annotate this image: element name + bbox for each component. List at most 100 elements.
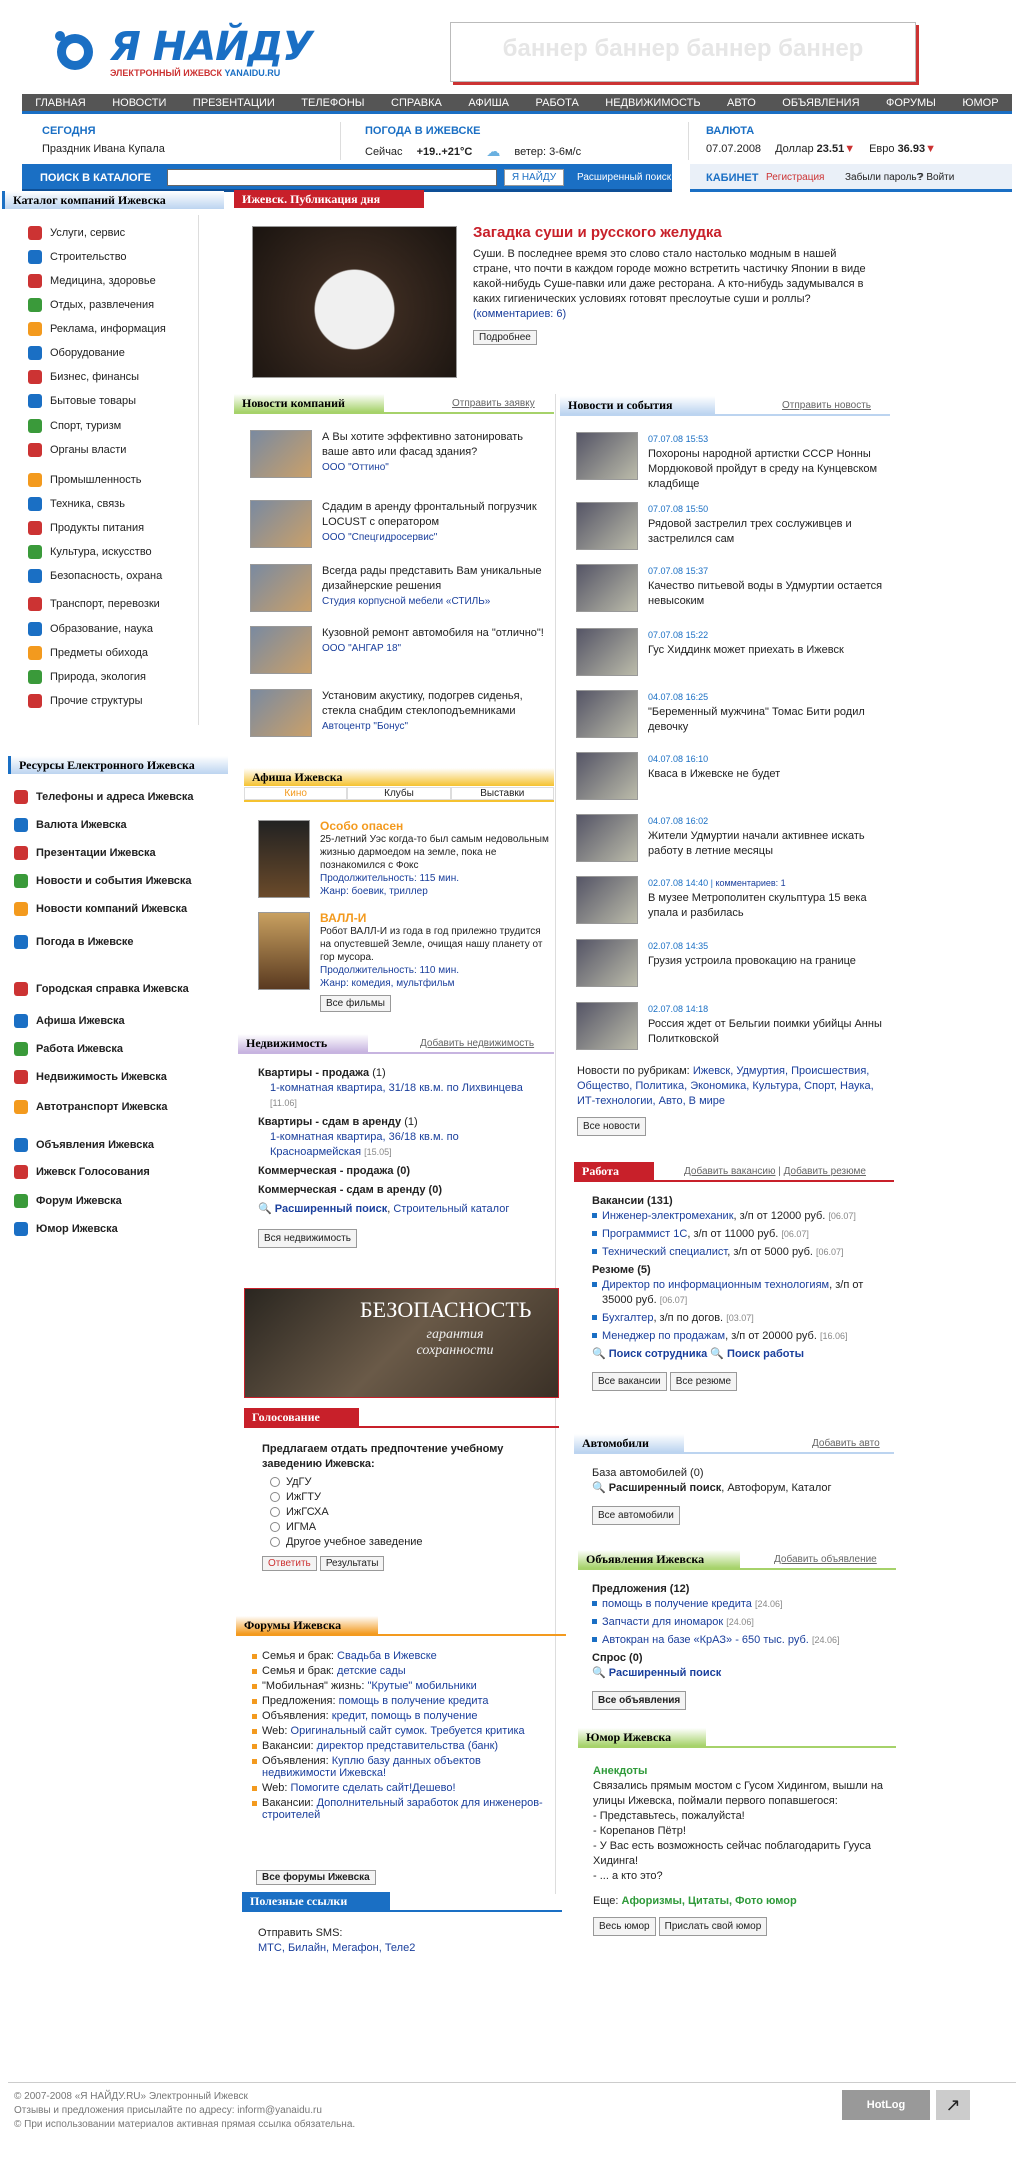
- all-realty-button[interactable]: Вся недвижимость: [258, 1229, 357, 1248]
- resource-item[interactable]: Объявления Ижевска: [14, 1138, 204, 1152]
- more-button[interactable]: Подробнее: [473, 330, 537, 345]
- catalog-item[interactable]: Отдых, развлечения: [28, 298, 154, 312]
- hotlog-counter[interactable]: HotLog: [842, 2090, 930, 2120]
- resource-item[interactable]: Юмор Ижевска: [14, 1222, 204, 1236]
- list-item-link[interactable]: Инженер-электромеханик: [602, 1210, 734, 1222]
- catalog-item[interactable]: Реклама, информация: [28, 322, 166, 336]
- weather-head[interactable]: ПОГОДА В ИЖЕВСКЕ: [365, 125, 685, 137]
- film-1-title[interactable]: Особо опасен: [320, 820, 552, 833]
- forum-topic-link[interactable]: Свадьба в Ижевске: [337, 1650, 437, 1662]
- footer-contact[interactable]: Отзывы и предложения присылайте по адрес…: [14, 2104, 355, 2118]
- poll-option[interactable]: Другое учебное заведение: [270, 1536, 532, 1548]
- menu-item-phones[interactable]: ТЕЛЕФОНЫ: [301, 97, 364, 109]
- afisha-tab-cinema[interactable]: Кино: [244, 787, 348, 800]
- resource-item[interactable]: Городская справка Ижевска: [14, 982, 204, 996]
- radio-button[interactable]: [270, 1492, 280, 1502]
- news-text[interactable]: Россия ждет от Бельгии поимки убийцы Анн…: [648, 1017, 888, 1047]
- publication-comments[interactable]: (комментариев: 6): [473, 308, 566, 320]
- resource-item[interactable]: Автотранспорт Ижевска: [14, 1100, 204, 1114]
- resource-item[interactable]: Погода в Ижевске: [14, 935, 204, 949]
- search-input[interactable]: [167, 169, 497, 186]
- forum-topic-link[interactable]: детские сады: [337, 1665, 406, 1677]
- catalog-item[interactable]: Промышленность: [28, 473, 142, 487]
- forum-topic-link[interactable]: Помогите сделать сайт!Дешево!: [291, 1782, 456, 1794]
- resource-item[interactable]: Презентации Ижевска: [14, 846, 204, 860]
- realty-sale-item[interactable]: 1-комнатная квартира, 31/18 кв.м. по Лих…: [270, 1082, 523, 1094]
- news-thumb[interactable]: [576, 876, 638, 924]
- menu-item-work[interactable]: РАБОТА: [536, 97, 579, 109]
- news-text[interactable]: Гус Хиддинк может приехать в Ижевск: [648, 643, 888, 658]
- menu-item-news[interactable]: НОВОСТИ: [112, 97, 166, 109]
- news-thumb[interactable]: [576, 939, 638, 987]
- list-item-link[interactable]: Программист 1С: [602, 1228, 687, 1240]
- catalog-item[interactable]: Предметы обихода: [28, 646, 148, 660]
- film-poster-2[interactable]: [258, 912, 310, 990]
- company-news-org[interactable]: ООО "Оттино": [322, 460, 550, 475]
- news-thumb[interactable]: [576, 814, 638, 862]
- humor-head[interactable]: Анекдоты: [593, 1764, 893, 1779]
- menu-item-humor[interactable]: ЮМОР: [962, 97, 998, 109]
- company-news-thumb[interactable]: [250, 430, 312, 478]
- auto-base[interactable]: База автомобилей (0): [592, 1466, 892, 1481]
- company-news-text[interactable]: Сдадим в аренду фронтальный погрузчик LO…: [322, 500, 550, 530]
- register-link[interactable]: Регистрация: [766, 172, 824, 183]
- list-item-link[interactable]: Запчасти для иномарок: [602, 1616, 723, 1628]
- search-button[interactable]: Я НАЙДУ: [504, 169, 564, 186]
- menu-item-auto[interactable]: АВТО: [727, 97, 756, 109]
- construction-catalog-link[interactable]: Строительный каталог: [393, 1203, 509, 1215]
- catalog-item[interactable]: Спорт, туризм: [28, 419, 121, 433]
- ads-demand-head[interactable]: Спрос (0): [592, 1652, 643, 1664]
- film-2-title[interactable]: ВАЛЛ-И: [320, 912, 552, 925]
- catalog-item[interactable]: Органы власти: [28, 443, 126, 457]
- catalog-item[interactable]: Бизнес, финансы: [28, 370, 139, 384]
- news-text[interactable]: Грузия устроила провокацию на границе: [648, 954, 888, 969]
- realty-advanced-search[interactable]: Расширенный поиск: [275, 1203, 387, 1215]
- news-thumb[interactable]: [576, 432, 638, 480]
- add-vacancy-link[interactable]: Добавить вакансию: [684, 1166, 776, 1177]
- poll-option[interactable]: УдГУ: [270, 1476, 532, 1488]
- news-thumb[interactable]: [576, 502, 638, 550]
- company-news-thumb[interactable]: [250, 564, 312, 612]
- vote-button[interactable]: Ответить: [262, 1556, 317, 1571]
- catalog-item[interactable]: Бытовые товары: [28, 394, 136, 408]
- forum-topic-link[interactable]: помощь в получение кредита: [339, 1695, 489, 1707]
- vacancies-head[interactable]: Вакансии (131): [592, 1195, 673, 1207]
- poll-option[interactable]: ИжГСХА: [270, 1506, 532, 1518]
- news-thumb[interactable]: [576, 752, 638, 800]
- resource-item[interactable]: Работа Ижевска: [14, 1042, 204, 1056]
- sushi-image[interactable]: [252, 226, 457, 378]
- menu-item-realty[interactable]: НЕДВИЖИМОСТЬ: [605, 97, 700, 109]
- radio-button[interactable]: [270, 1507, 280, 1517]
- company-news-thumb[interactable]: [250, 500, 312, 548]
- news-text[interactable]: Кваса в Ижевске не будет: [648, 767, 888, 782]
- login-link[interactable]: ? Войти: [918, 172, 954, 183]
- news-text[interactable]: В музее Метрополитен скульптура 15 века …: [648, 891, 888, 921]
- company-news-text[interactable]: Всегда рады представить Вам уникальные д…: [322, 564, 550, 594]
- news-thumb[interactable]: [576, 1002, 638, 1050]
- menu-item-ads[interactable]: ОБЪЯВЛЕНИЯ: [782, 97, 859, 109]
- auto-more-links[interactable]: , Автофорум, Каталог: [721, 1482, 831, 1494]
- top-banner[interactable]: баннер баннер баннер баннер: [450, 22, 916, 82]
- add-realty-link[interactable]: Добавить недвижимость: [420, 1038, 534, 1049]
- currency-head[interactable]: ВАЛЮТА: [706, 125, 1006, 137]
- list-item-link[interactable]: Менеджер по продажам: [602, 1330, 725, 1342]
- arrow-up-icon[interactable]: ↗: [936, 2090, 970, 2120]
- afisha-tab-exhibitions[interactable]: Выставки: [450, 787, 554, 800]
- menu-item-afisha[interactable]: АФИША: [468, 97, 509, 109]
- resource-item[interactable]: Новости компаний Ижевска: [14, 902, 204, 916]
- company-news-thumb[interactable]: [250, 689, 312, 737]
- menu-item-help[interactable]: СПРАВКА: [391, 97, 442, 109]
- resource-item[interactable]: Недвижимость Ижевска: [14, 1070, 204, 1084]
- forum-topic-link[interactable]: "Крутые" мобильники: [367, 1680, 476, 1692]
- catalog-item[interactable]: Прочие структуры: [28, 694, 142, 708]
- company-news-org[interactable]: ООО "Спецгидросервис": [322, 530, 550, 545]
- all-humor-button[interactable]: Весь юмор: [593, 1917, 656, 1936]
- resource-item[interactable]: Афиша Ижевска: [14, 1014, 204, 1028]
- radio-button[interactable]: [270, 1477, 280, 1487]
- humor-more-links[interactable]: Афоризмы, Цитаты, Фото юмор: [622, 1895, 797, 1907]
- publication-title[interactable]: Загадка суши и русского желудка: [473, 224, 873, 241]
- news-text[interactable]: Похороны народной артистки СССР Нонны Мо…: [648, 447, 888, 492]
- realty-rent-head[interactable]: Квартиры - сдам в аренду: [258, 1116, 401, 1128]
- forum-topic-link[interactable]: кредит, помощь в получение: [332, 1710, 478, 1722]
- list-item-link[interactable]: Автокран на базе «КрАЗ» - 650 тыс. руб.: [602, 1634, 809, 1646]
